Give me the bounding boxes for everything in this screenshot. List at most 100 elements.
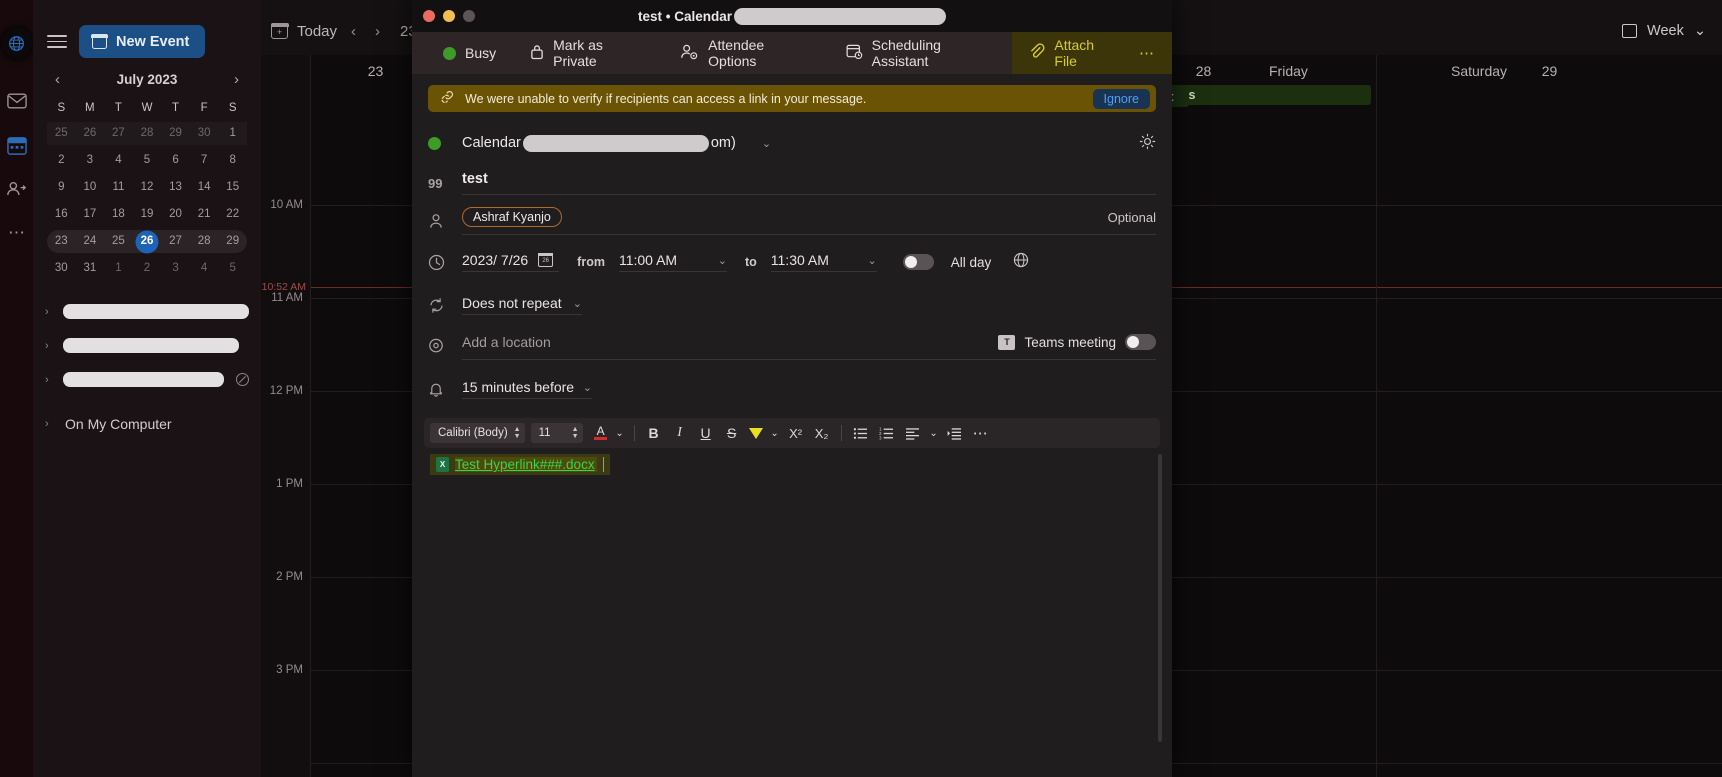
font-color-button[interactable]: A <box>591 422 611 444</box>
attachment-link[interactable]: X Test Hyperlink###.docx <box>430 454 611 475</box>
calendar-next-button[interactable]: › <box>370 23 385 40</box>
repeat-select[interactable]: Does not repeat ⌄ <box>462 295 582 315</box>
mini-calendar-day[interactable]: 7 <box>190 147 219 174</box>
mini-calendar-day[interactable]: 2 <box>47 147 76 174</box>
mini-calendar-day[interactable]: 28 <box>133 120 162 147</box>
mini-calendar-day[interactable]: 27 <box>104 120 133 147</box>
list-item[interactable]: › <box>45 372 249 387</box>
calendar-icon[interactable] <box>6 134 28 156</box>
mini-calendar-day[interactable]: 21 <box>190 201 219 228</box>
chevron-right-icon[interactable]: › <box>45 340 55 352</box>
mini-calendar-day[interactable]: 30 <box>190 120 219 147</box>
chevron-right-icon[interactable]: › <box>45 418 55 430</box>
calendar-prev-button[interactable]: ‹ <box>346 23 361 40</box>
chevron-down-icon[interactable]: ⌄ <box>718 254 727 267</box>
mini-calendar-day[interactable]: 8 <box>218 147 247 174</box>
mini-calendar-day[interactable]: 4 <box>104 147 133 174</box>
brightness-icon[interactable] <box>1139 133 1156 154</box>
mini-calendar-day[interactable]: 28 <box>190 228 219 255</box>
chevron-right-icon[interactable]: › <box>45 374 55 386</box>
mini-calendar-day[interactable]: 5 <box>218 255 247 282</box>
more-icon[interactable]: ⋯ <box>6 222 28 244</box>
mini-calendar-day[interactable]: 26 <box>76 120 105 147</box>
reminder-field[interactable]: 15 minutes before ⌄ <box>462 379 1156 399</box>
new-event-button[interactable]: New Event <box>79 25 206 58</box>
mini-calendar-day[interactable]: 18 <box>104 201 133 228</box>
mini-calendar-day[interactable]: 23 <box>47 228 76 255</box>
mini-calendar-day[interactable]: 27 <box>161 228 190 255</box>
event-body-editor[interactable]: X Test Hyperlink###.docx <box>412 454 1172 754</box>
mini-calendar-day-selected[interactable]: 26 <box>133 228 162 255</box>
mini-calendar-day[interactable]: 25 <box>104 228 133 255</box>
mini-calendar-day[interactable]: 22 <box>218 201 247 228</box>
optional-attendees-button[interactable]: Optional <box>1108 210 1156 225</box>
underline-button[interactable]: U <box>694 421 718 445</box>
all-day-toggle[interactable] <box>902 254 934 270</box>
numbered-list-button[interactable]: 123 <box>875 421 899 445</box>
hyperlink-text[interactable]: Test Hyperlink###.docx <box>455 457 597 472</box>
mini-calendar-day[interactable]: 13 <box>161 174 190 201</box>
subject-field[interactable]: test <box>462 171 1156 195</box>
on-my-computer-group[interactable]: › On My Computer <box>33 406 261 432</box>
list-item[interactable]: › <box>45 304 249 319</box>
attendee-chip[interactable]: Ashraf Kyanjo <box>462 207 562 227</box>
start-time-input[interactable]: 11:00 AM ⌄ <box>618 252 727 272</box>
ribbon-item-attach-file[interactable]: Attach File ⋯ <box>1012 32 1172 74</box>
day-column[interactable]: 29 <box>1376 55 1722 777</box>
ribbon-item-scheduling-assistant[interactable]: Scheduling Assistant <box>829 32 1013 74</box>
strikethrough-button[interactable]: S <box>720 421 744 445</box>
mini-calendar-next[interactable]: › <box>230 72 243 87</box>
indent-button[interactable] <box>943 421 967 445</box>
mini-calendar-day[interactable]: 12 <box>133 174 162 201</box>
mini-calendar-day[interactable]: 9 <box>47 174 76 201</box>
mini-calendar-day[interactable]: 11 <box>104 174 133 201</box>
attendees-field[interactable]: Ashraf Kyanjo Optional <box>462 207 1156 235</box>
more-formatting-button[interactable]: ⋯ <box>969 421 993 445</box>
today-button[interactable]: Today <box>297 23 337 40</box>
bulleted-list-button[interactable] <box>849 421 873 445</box>
ribbon-item-busy[interactable]: Busy <box>426 32 513 74</box>
mini-calendar-prev[interactable]: ‹ <box>51 72 64 87</box>
italic-button[interactable]: I <box>668 421 692 445</box>
superscript-button[interactable]: X² <box>784 421 808 445</box>
ignore-button[interactable]: Ignore <box>1092 88 1150 109</box>
subject-input[interactable]: test <box>462 171 488 187</box>
reminder-select[interactable]: 15 minutes before ⌄ <box>462 379 592 399</box>
view-selector[interactable]: Week ⌄ <box>1622 23 1706 39</box>
chevron-down-icon[interactable]: ⌄ <box>868 254 877 267</box>
highlight-button[interactable] <box>746 422 766 444</box>
mini-calendar-day[interactable]: 29 <box>218 228 247 255</box>
mini-calendar-day[interactable]: 6 <box>161 147 190 174</box>
ribbon-item-mark-as-private[interactable]: Mark as Private <box>513 32 663 74</box>
mini-calendar-day[interactable]: 19 <box>133 201 162 228</box>
mini-calendar-day[interactable]: 16 <box>47 201 76 228</box>
mini-calendar-day[interactable]: 17 <box>76 201 105 228</box>
align-chevron-icon[interactable]: ⌄ <box>927 421 941 445</box>
globe-icon[interactable] <box>1 28 32 58</box>
font-family-select[interactable]: Calibri (Body) ▲ ▼ <box>430 423 525 443</box>
date-input[interactable]: 2023/ 7/26 <box>462 252 560 272</box>
hamburger-menu-icon[interactable] <box>47 35 67 48</box>
mini-calendar-day[interactable]: 2 <box>133 255 162 282</box>
people-icon[interactable] <box>6 178 28 200</box>
chevron-down-icon[interactable]: ⌄ <box>583 381 592 394</box>
mini-calendar-day[interactable]: 20 <box>161 201 190 228</box>
mini-calendar-day[interactable]: 10 <box>76 174 105 201</box>
subscript-button[interactable]: X₂ <box>810 421 834 445</box>
mini-calendar-day[interactable]: 14 <box>190 174 219 201</box>
stepper-icon[interactable]: ▲ ▼ <box>514 426 521 440</box>
teams-meeting-toggle[interactable] <box>1125 334 1156 350</box>
mute-icon[interactable] <box>236 373 249 386</box>
mini-calendar-day[interactable]: 31 <box>76 255 105 282</box>
end-time-input[interactable]: 11:30 AM ⌄ <box>770 252 877 272</box>
today-icon[interactable] <box>270 22 289 39</box>
body-scrollbar[interactable] <box>1158 454 1162 742</box>
account-value[interactable]: Calendar om) ⌄ <box>462 134 1131 152</box>
mini-calendar-day[interactable]: 24 <box>76 228 105 255</box>
chevron-down-icon[interactable]: ⌄ <box>762 137 771 150</box>
ribbon-item-attendee-options[interactable]: Attendee Options <box>663 32 828 74</box>
mini-calendar-day[interactable]: 15 <box>218 174 247 201</box>
mini-calendar-day[interactable]: 25 <box>47 120 76 147</box>
chevron-down-icon[interactable]: ⌄ <box>1694 23 1706 39</box>
timezone-globe-icon[interactable] <box>1013 252 1029 272</box>
